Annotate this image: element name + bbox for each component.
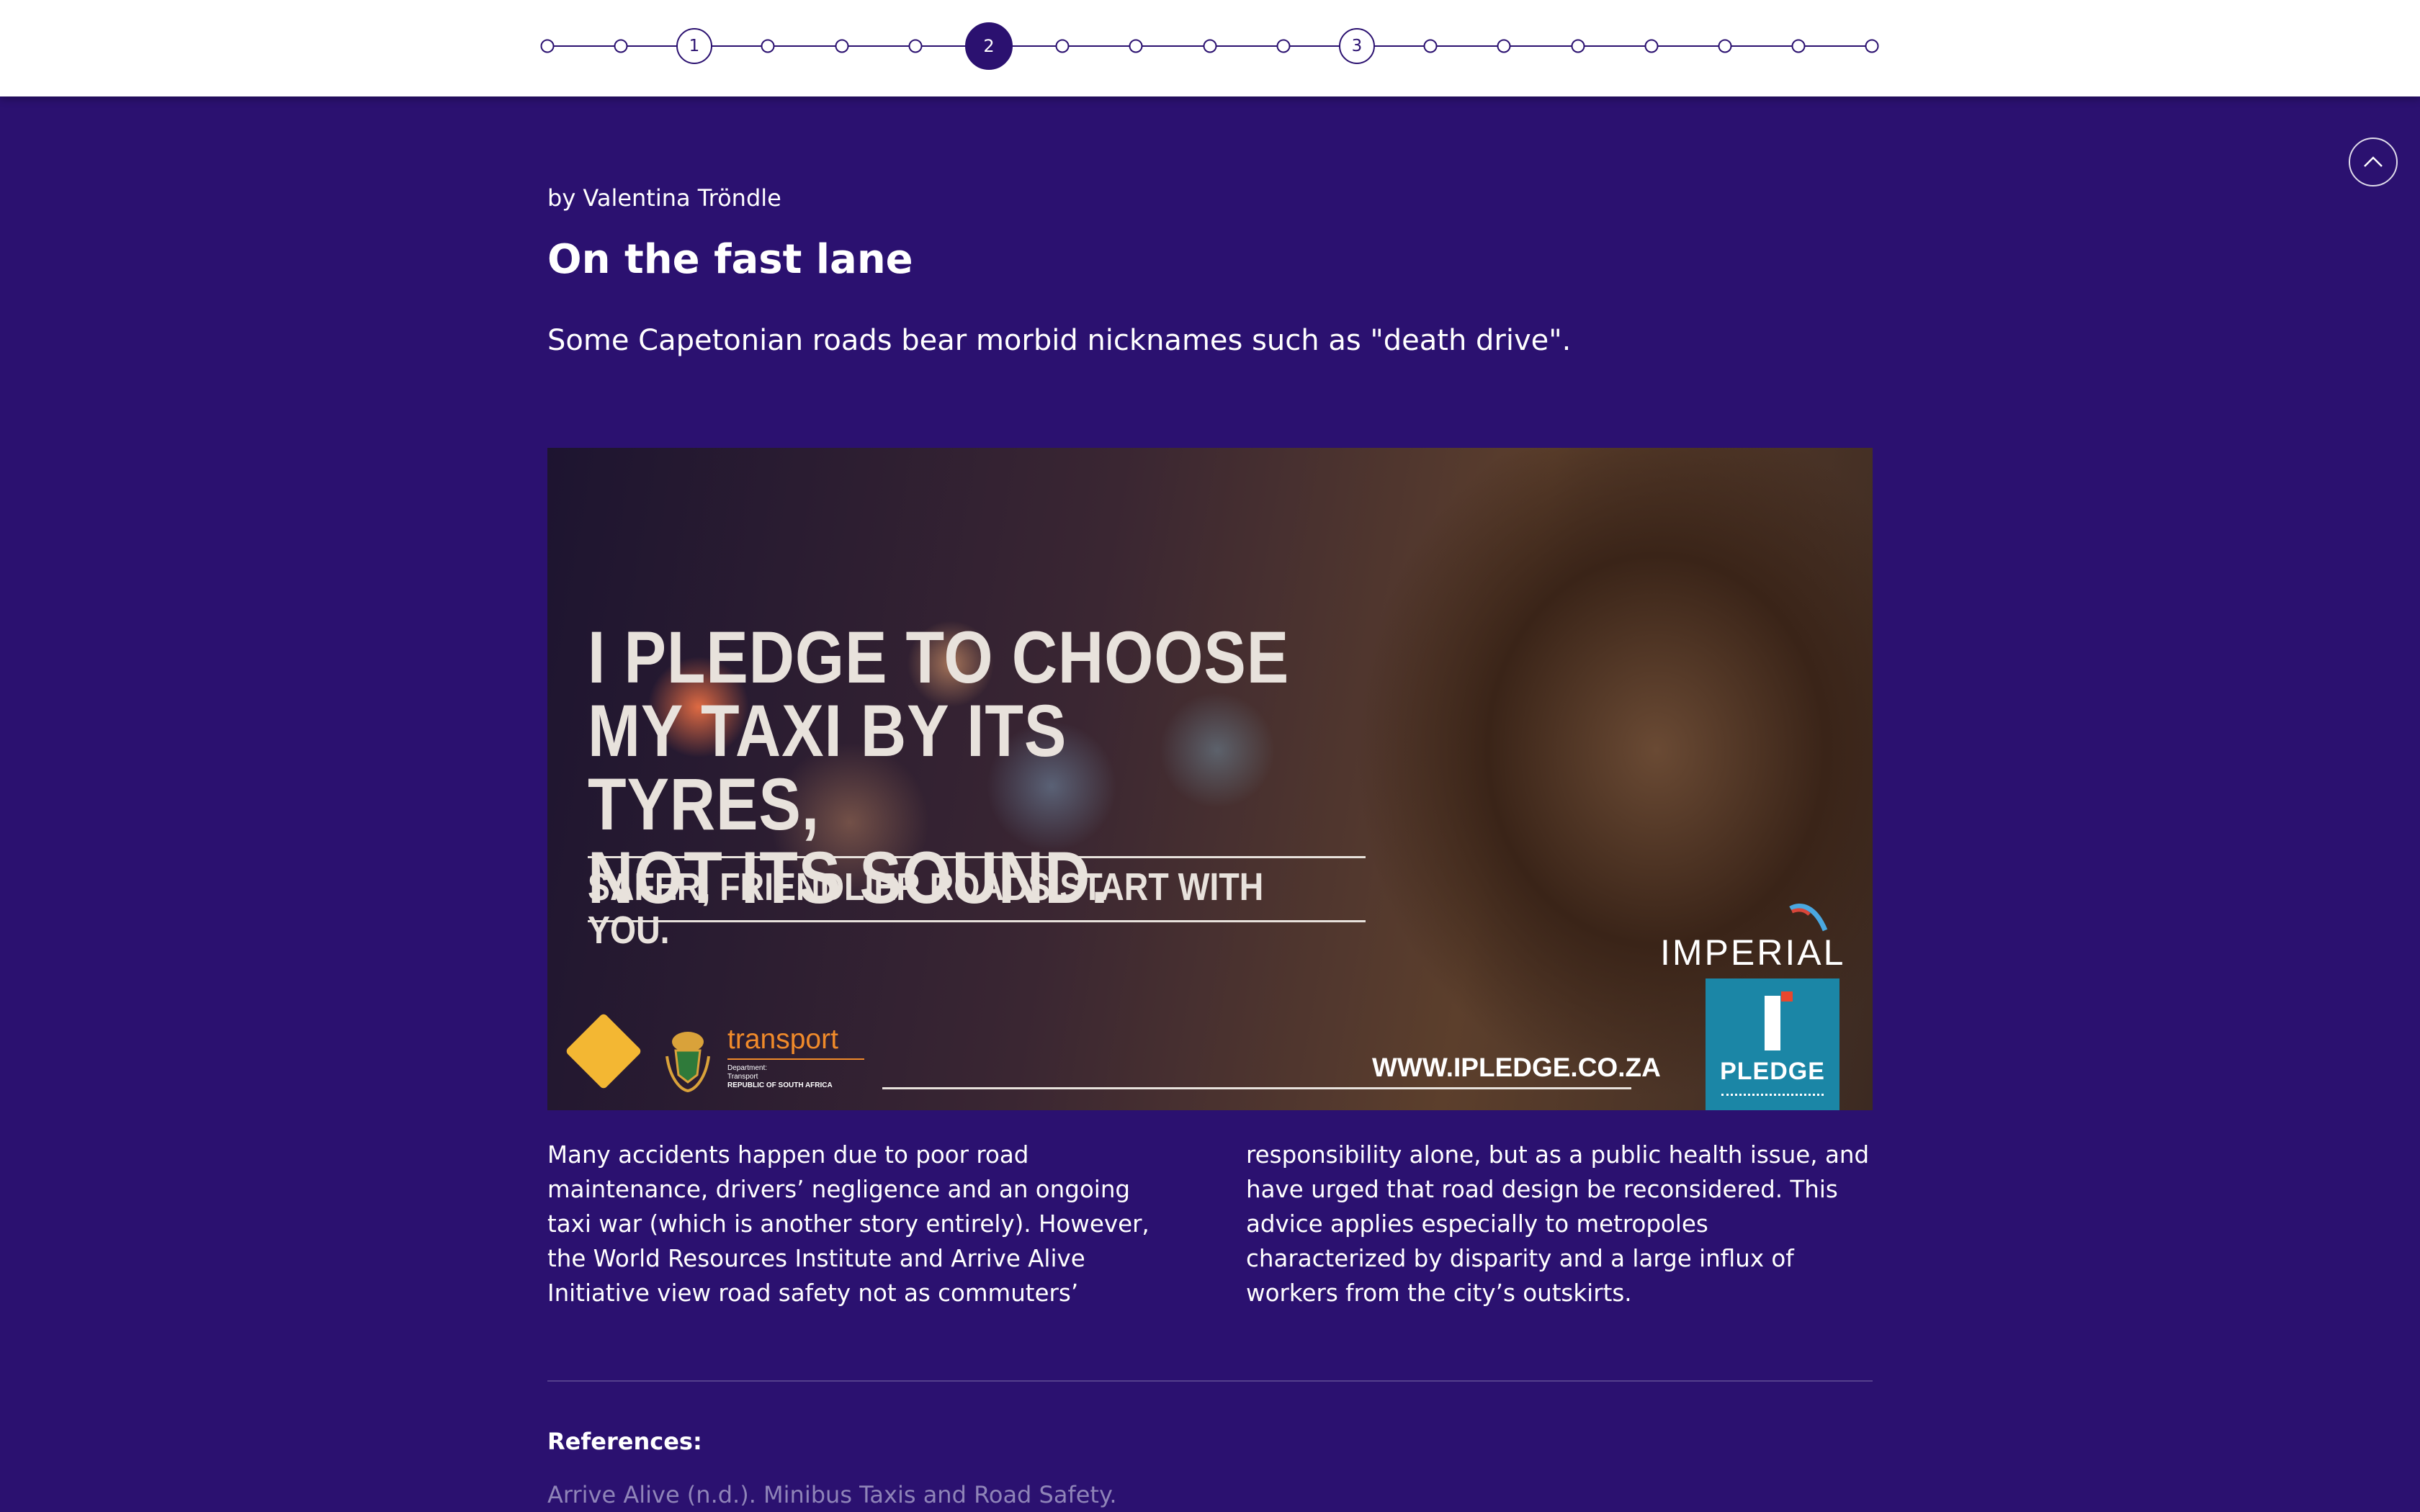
progress-step-number: 2 [983,36,995,56]
poster-headline-line: MY TAXI BY ITS TYRES, [588,690,1067,845]
article-lead: Some Capetonian roads bear morbid nickna… [547,324,1572,357]
campaign-poster-image: I PLEDGE TO CHOOSE MY TAXI BY ITS TYRES,… [547,448,1873,1110]
progress-step[interactable] [1129,39,1143,53]
reference-item: Arrive Alive (n.d.). Minibus Taxis and R… [547,1481,1117,1508]
transport-logo-rule [727,1058,864,1060]
progress-step-3[interactable]: 3 [1339,28,1375,64]
scroll-to-top-button[interactable] [2349,138,2398,186]
transport-fine-line: Department: [727,1064,768,1072]
progress-step-number: 3 [1351,37,1363,55]
progress-step[interactable] [1203,39,1217,53]
article-title: On the fast lane [547,236,913,283]
ipledge-i-mark [1765,996,1780,1050]
progress-step[interactable] [614,39,628,53]
progress-step[interactable] [1276,39,1291,53]
coat-of-arms-icon [666,1032,710,1092]
article-body: Many accidents happen due to poor road m… [547,1138,1873,1310]
transport-fine-line: REPUBLIC OF SOUTH AFRICA [727,1081,879,1090]
transport-logo: transport [727,1024,838,1055]
section-divider [547,1380,1873,1382]
progress-step-2-active[interactable]: 2 [965,22,1013,70]
poster-url: WWW.IPLEDGE.CO.ZA [1372,1053,1661,1082]
transport-fine-bold: REPUBLIC OF SOUTH AFRICA [727,1081,833,1089]
progress-step[interactable] [1423,39,1438,53]
progress-step[interactable] [1497,39,1511,53]
progress-step[interactable] [1055,39,1070,53]
body-column-left: Many accidents happen due to poor road m… [547,1141,1150,1307]
progress-step[interactable] [761,39,775,53]
transport-fine-line: Transport [727,1073,758,1081]
poster-subline: SAFER, FRIENDLIER ROADS START WITH YOU. [588,865,1264,952]
chevron-up-icon [2364,156,2383,167]
progress-step[interactable] [1571,39,1585,53]
article-header: by Valentina Tröndle On the fast lane So… [547,180,1873,361]
ipledge-dot-mark [1781,991,1793,1002]
article-byline: by Valentina Tröndle [547,184,781,212]
ipledge-logo: PLEDGE [1706,978,1839,1110]
ipledge-label: PLEDGE [1720,1058,1825,1085]
progress-step[interactable] [908,39,923,53]
transport-department-text: Department: Transport REPUBLIC OF SOUTH … [727,1064,879,1090]
road-safety-diamond-logo-icon [565,1012,642,1090]
progress-step[interactable] [1791,39,1806,53]
poster-rule [588,920,1366,922]
progress-step[interactable] [1718,39,1732,53]
body-column-right: responsibility alone, but as a public he… [1246,1141,1870,1307]
progress-step-number: 1 [689,37,700,55]
ipledge-dotted-rule [1721,1094,1824,1096]
progress-step[interactable] [1644,39,1659,53]
poster-rule [588,856,1366,858]
imperial-logo: IMPERIAL [1660,932,1846,973]
references-heading: References: [547,1428,702,1455]
poster-headline-line: I PLEDGE TO CHOOSE [588,616,1290,698]
progress-step[interactable] [540,39,555,53]
progress-step-1[interactable]: 1 [676,28,712,64]
progress-step[interactable] [1865,39,1879,53]
poster-url-rule [882,1087,1631,1089]
progress-step[interactable] [835,39,849,53]
progress-navigation: 1 2 3 [0,0,2420,96]
